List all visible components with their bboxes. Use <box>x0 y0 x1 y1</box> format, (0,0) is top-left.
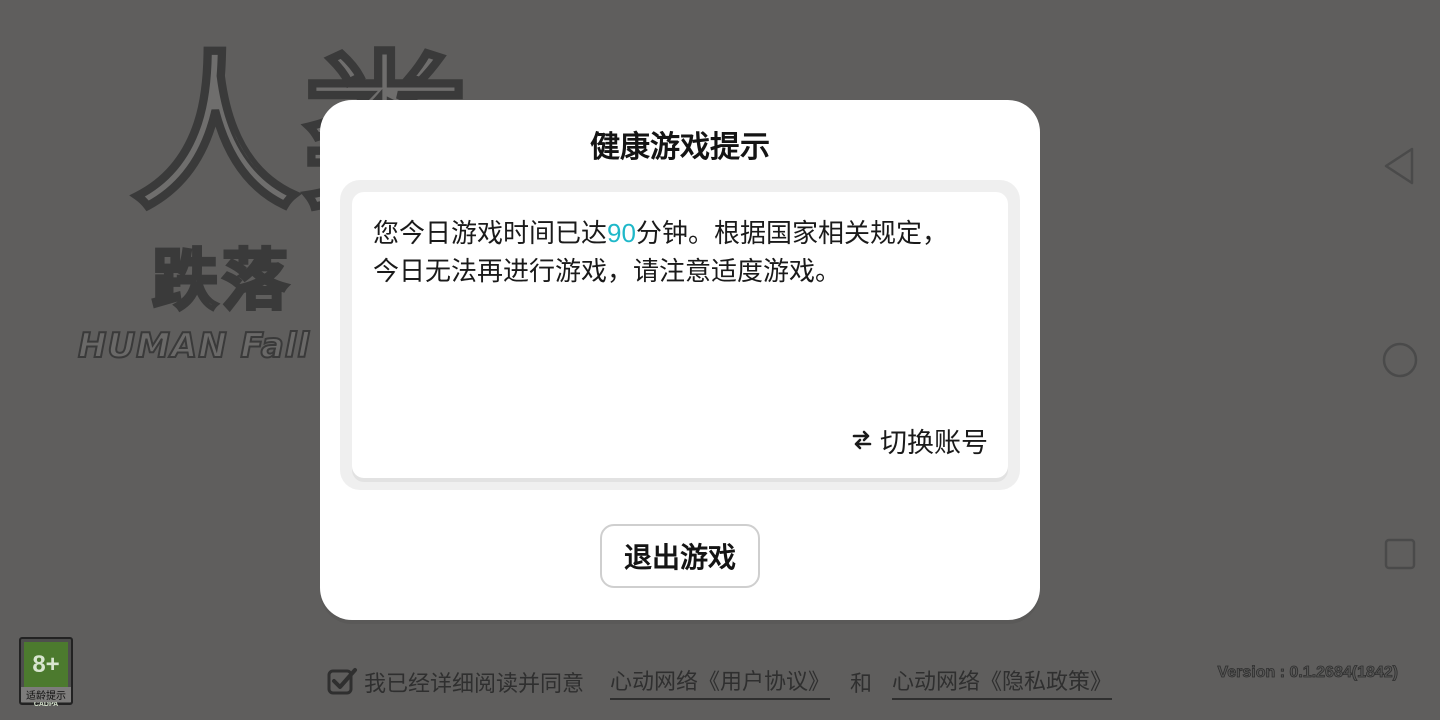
user-agreement-link[interactable]: 心动网络《用户协议》 <box>610 664 831 700</box>
health-game-dialog: 健康游戏提示 您今日游戏时间已达90分钟。根据国家相关规定，今日无法再进行游戏，… <box>320 100 1040 620</box>
switch-account-label: 切换账号 <box>880 427 988 459</box>
agreement-row: 我已经详细阅读并同意 心动网络《用户协议》 和 心动网络《隐私政策》 <box>326 664 1113 700</box>
privacy-policy-link[interactable]: 心动网络《隐私政策》 <box>892 664 1113 700</box>
agreement-and: 和 <box>850 672 873 697</box>
recents-icon[interactable] <box>1384 538 1416 570</box>
switch-icon <box>852 430 872 450</box>
checkbox-checked-icon[interactable] <box>326 666 358 698</box>
home-icon[interactable] <box>1382 342 1418 378</box>
age-rating-value: 8+ CADPA <box>24 642 68 708</box>
dialog-message: 您今日游戏时间已达90分钟。根据国家相关规定，今日无法再进行游戏，请注意适度游戏… <box>373 214 953 291</box>
dialog-title: 健康游戏提示 <box>590 130 770 165</box>
age-rating-badge: 8+ CADPA 适龄提示 <box>19 637 73 708</box>
agreement-prefix: 我已经详细阅读并同意 <box>364 672 585 697</box>
message-before: 您今日游戏时间已达 <box>373 219 608 249</box>
message-box: 您今日游戏时间已达90分钟。根据国家相关规定，今日无法再进行游戏，请注意适度游戏… <box>352 192 1008 478</box>
minutes-value: 90 <box>607 218 636 248</box>
rating-label: 适龄提示 <box>21 687 71 702</box>
logo-sub-text: 跌落 <box>151 242 292 319</box>
back-icon[interactable] <box>1382 146 1416 186</box>
exit-game-button[interactable]: 退出游戏 <box>600 524 760 588</box>
version-text: Version : 0.1.2684(1842) <box>1217 664 1398 682</box>
message-frame: 您今日游戏时间已达90分钟。根据国家相关规定，今日无法再进行游戏，请注意适度游戏… <box>340 180 1020 490</box>
switch-account-button[interactable]: 切换账号 <box>850 420 988 460</box>
